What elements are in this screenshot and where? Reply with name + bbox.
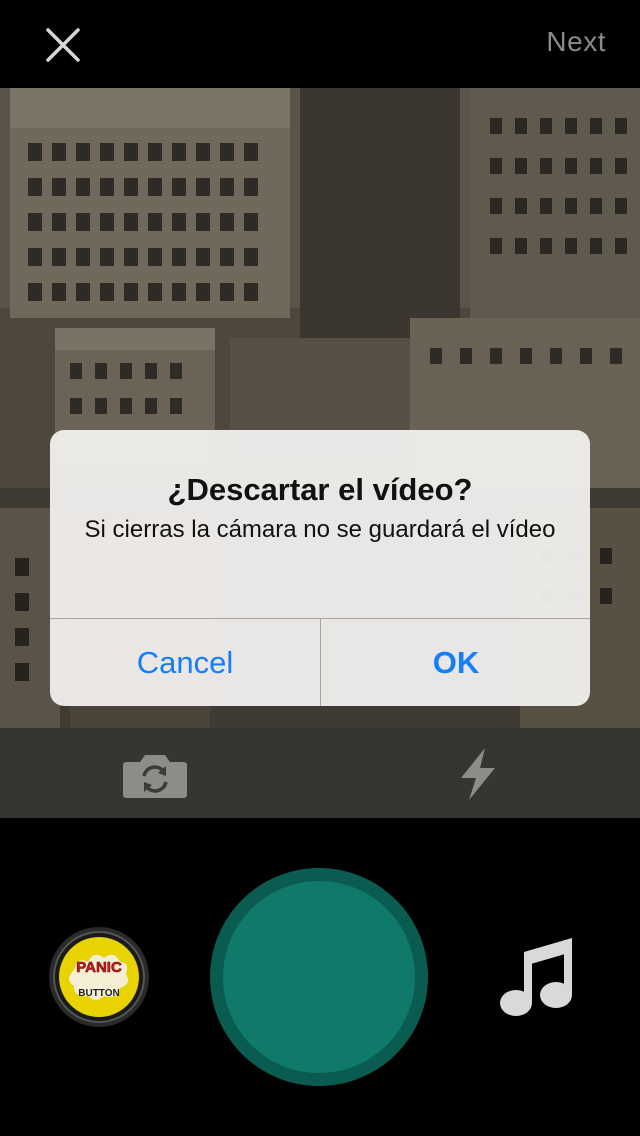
- camera-flip-icon: [123, 755, 187, 798]
- close-x-icon: [46, 28, 80, 62]
- camera-controls: [0, 728, 640, 818]
- music-note-icon: [500, 938, 572, 1016]
- alert-message: Si cierras la cámara no se guardará el v…: [84, 516, 556, 543]
- close-button[interactable]: [40, 22, 86, 68]
- record-button[interactable]: [210, 868, 428, 1086]
- next-button[interactable]: Next: [546, 26, 606, 58]
- panic-text: PANIC: [76, 959, 122, 976]
- top-bar: Next: [0, 0, 640, 88]
- cancel-button[interactable]: Cancel: [50, 619, 320, 706]
- alert-title: ¿Descartar el vídeo?: [167, 472, 473, 507]
- panic-button-icon: PANIC BUTTON: [49, 927, 149, 1027]
- flash-bolt-icon: [461, 748, 495, 800]
- ok-button[interactable]: OK: [321, 619, 590, 706]
- button-text: BUTTON: [78, 988, 119, 999]
- flash-button[interactable]: [455, 746, 501, 802]
- music-button[interactable]: [498, 936, 578, 1018]
- flip-camera-button[interactable]: [122, 750, 188, 800]
- bottom-controls: PANIC BUTTON: [0, 818, 640, 1136]
- panic-button[interactable]: PANIC BUTTON: [48, 926, 150, 1028]
- discard-video-alert: ¿Descartar el vídeo? Si cierras la cámar…: [50, 430, 590, 706]
- record-button-inner: [223, 881, 415, 1073]
